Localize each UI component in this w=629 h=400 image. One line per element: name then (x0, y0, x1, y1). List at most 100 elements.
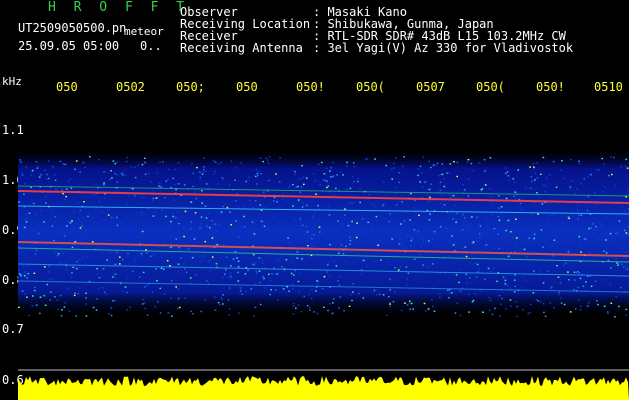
noise-speckle (134, 166, 136, 169)
noise-speckle (352, 282, 354, 285)
noise-speckle (464, 246, 467, 248)
noise-speckle (476, 239, 478, 242)
noise-speckle (524, 226, 526, 228)
noise-speckle (509, 287, 511, 289)
noise-speckle (190, 310, 192, 313)
noise-speckle (417, 174, 419, 177)
noise-speckle (217, 183, 219, 185)
noise-speckle (471, 301, 474, 303)
noise-speckle (607, 311, 609, 313)
noise-speckle (578, 160, 580, 162)
noise-speckle (178, 306, 181, 309)
noise-speckle (208, 233, 211, 236)
noise-speckle (96, 298, 98, 300)
noise-speckle (431, 238, 434, 241)
noise-speckle (19, 159, 21, 161)
noise-speckle (224, 273, 226, 275)
noise-speckle (622, 266, 625, 268)
noise-speckle (255, 175, 257, 178)
noise-speckle (208, 261, 210, 263)
noise-speckle (214, 309, 217, 311)
noise-speckle (469, 277, 471, 279)
noise-speckle (254, 200, 257, 202)
noise-speckle (451, 235, 453, 237)
noise-speckle (552, 160, 555, 163)
noise-speckle (507, 175, 510, 177)
noise-speckle (102, 268, 105, 270)
noise-speckle (54, 188, 57, 190)
noise-speckle (453, 161, 455, 163)
noise-speckle (229, 274, 232, 276)
noise-speckle (75, 315, 77, 317)
noise-speckle (132, 270, 134, 272)
noise-speckle (578, 214, 580, 216)
time-tick: 0507 (416, 80, 445, 94)
noise-speckle (394, 267, 396, 269)
noise-speckle (485, 244, 488, 246)
noise-speckle (217, 302, 220, 304)
noise-speckle (20, 161, 22, 163)
noise-speckle (114, 263, 117, 265)
noise-speckle (428, 200, 430, 202)
noise-speckle (171, 279, 173, 282)
noise-speckle (18, 269, 20, 271)
noise-speckle (234, 179, 236, 181)
noise-speckle (360, 273, 363, 276)
noise-speckle (625, 251, 627, 253)
noise-speckle (379, 240, 381, 242)
noise-speckle (216, 230, 218, 233)
noise-speckle (180, 257, 182, 259)
noise-speckle (449, 212, 451, 214)
noise-speckle (580, 182, 583, 185)
noise-speckle (542, 246, 544, 248)
noise-speckle (382, 294, 385, 296)
noise-speckle (69, 222, 72, 224)
noise-speckle (423, 211, 425, 214)
noise-speckle (567, 271, 569, 273)
noise-speckle (522, 221, 524, 224)
noise-speckle (54, 296, 56, 298)
noise-speckle (49, 299, 51, 301)
noise-speckle (44, 304, 47, 306)
noise-speckle (318, 280, 320, 283)
noise-speckle (23, 193, 25, 195)
noise-speckle (191, 313, 194, 315)
noise-speckle (406, 304, 409, 306)
noise-speckle (422, 186, 424, 188)
noise-speckle (420, 217, 423, 219)
noise-speckle (199, 176, 202, 178)
noise-speckle (433, 164, 435, 166)
noise-speckle (474, 293, 477, 295)
noise-speckle (498, 195, 500, 197)
noise-speckle (380, 259, 382, 261)
noise-speckle (475, 276, 478, 278)
noise-speckle (237, 280, 240, 282)
noise-speckle (77, 202, 80, 204)
noise-speckle (21, 290, 24, 292)
noise-speckle (25, 166, 27, 168)
noise-speckle (624, 165, 627, 167)
noise-speckle (26, 296, 28, 298)
noise-speckle (468, 178, 470, 180)
noise-speckle (395, 186, 397, 189)
noise-speckle (202, 255, 205, 257)
noise-speckle (425, 310, 427, 312)
noise-speckle (418, 253, 421, 256)
noise-speckle (257, 174, 259, 177)
noise-speckle (127, 252, 129, 255)
noise-speckle (540, 269, 542, 272)
noise-speckle (351, 220, 353, 223)
noise-speckle (489, 188, 491, 190)
noise-speckle (342, 253, 345, 255)
noise-speckle (323, 173, 326, 175)
noise-speckle (247, 269, 249, 271)
noise-speckle (563, 263, 565, 265)
noise-speckle (326, 271, 328, 274)
noise-speckle (349, 243, 351, 245)
noise-speckle (177, 263, 180, 265)
noise-speckle (141, 214, 143, 216)
time-tick: 0502 (116, 80, 145, 94)
noise-speckle (562, 177, 565, 179)
noise-speckle (48, 265, 50, 267)
noise-speckle (39, 225, 41, 227)
